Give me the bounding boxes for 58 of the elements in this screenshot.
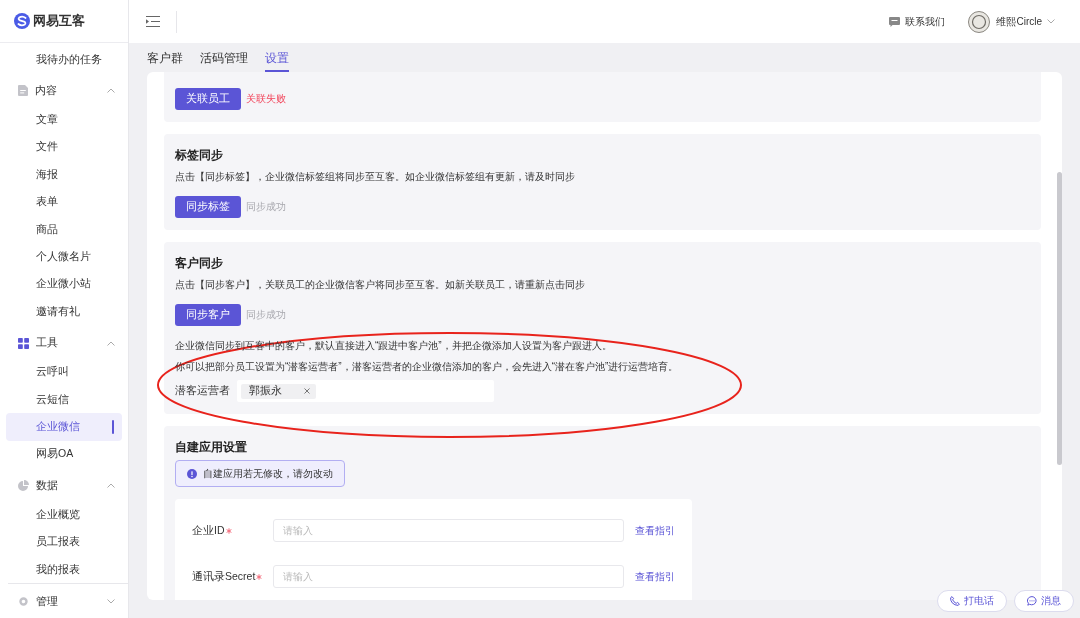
menu-fold-icon[interactable] bbox=[146, 16, 160, 27]
nav-item[interactable]: 员工报表 bbox=[6, 528, 122, 556]
guide-link[interactable]: 查看指引 bbox=[635, 569, 675, 584]
floating-button[interactable]: 打电话 bbox=[937, 590, 1007, 612]
nav-item[interactable]: 企业微信 bbox=[6, 413, 122, 441]
nav-item[interactable]: 邀请有礼 bbox=[6, 298, 122, 326]
floating-button[interactable]: 消息 bbox=[1014, 590, 1074, 612]
scrollbar-thumb[interactable] bbox=[1057, 172, 1062, 465]
sync-button[interactable]: 同步标签 bbox=[175, 196, 241, 218]
nav-item[interactable]: 个人微名片 bbox=[6, 243, 122, 271]
nav-item[interactable]: 表单 bbox=[6, 188, 122, 216]
field-label: 潜客运营者 bbox=[175, 384, 230, 398]
contact-link[interactable]: 联系我们 bbox=[889, 14, 946, 29]
section-title: 自建应用设置 bbox=[175, 439, 248, 456]
field-label: 企业ID bbox=[192, 523, 225, 538]
logo-text: 网易互客 bbox=[33, 12, 85, 30]
section-title: 标签同步 bbox=[175, 147, 224, 164]
section-description: 点击【同步客户】，关联员工的企业微信客户将同步至互客。如新关联员工，请重新点击同步 bbox=[175, 278, 586, 292]
nav-group[interactable]: 管理 bbox=[0, 586, 128, 618]
nav-item[interactable]: 我的报表 bbox=[6, 555, 122, 584]
nav-item[interactable]: 云呼叫 bbox=[6, 358, 122, 386]
sync-button[interactable]: 关联员工 bbox=[175, 88, 241, 110]
nav-item[interactable]: 我待办的任务 bbox=[6, 46, 122, 74]
guide-link[interactable]: 查看指引 bbox=[635, 523, 675, 538]
close-icon[interactable] bbox=[304, 388, 310, 394]
chat-bubble-icon bbox=[1027, 596, 1037, 606]
section-description: 点击【同步标签】，企业微信标签组将同步至互客。如企业微信标签组有更新，请及时同步 bbox=[175, 170, 576, 184]
nav-group[interactable]: 工具 bbox=[0, 327, 128, 359]
operator-select-field[interactable]: 郭振永 bbox=[237, 380, 494, 402]
alert-text: 自建应用若无修改，请勿改动 bbox=[203, 466, 333, 481]
nav-item[interactable]: 云短信 bbox=[6, 385, 122, 414]
status-text: 关联失败 bbox=[246, 92, 286, 106]
nav-group[interactable]: 内容 bbox=[0, 75, 128, 107]
nav-item[interactable]: 企业概览 bbox=[6, 501, 122, 529]
nav-item[interactable]: 商品 bbox=[6, 215, 122, 244]
section-title: 客户同步 bbox=[175, 255, 224, 272]
logo-icon bbox=[14, 13, 30, 29]
avatar-icon[interactable] bbox=[968, 10, 991, 33]
input-field[interactable]: 请输入 bbox=[273, 565, 624, 588]
status-text: 同步成功 bbox=[246, 308, 286, 322]
chat-bubble-icon bbox=[889, 16, 901, 27]
phone-icon bbox=[950, 596, 960, 606]
nav-item[interactable]: 海报 bbox=[6, 161, 122, 189]
field-label: 通讯录Secret bbox=[192, 569, 256, 584]
sync-button[interactable]: 同步客户 bbox=[175, 304, 241, 326]
tab[interactable]: 活码管理 bbox=[200, 43, 248, 72]
info-icon bbox=[187, 468, 197, 479]
chevron-down-icon bbox=[1047, 19, 1055, 24]
user-menu[interactable]: 维熙Circle bbox=[996, 14, 1055, 29]
tag-text: 郭振永 bbox=[249, 384, 282, 398]
nav-group[interactable]: 数据 bbox=[0, 470, 128, 502]
tab[interactable]: 客户群 bbox=[147, 43, 183, 72]
nav-item[interactable]: 文章 bbox=[6, 106, 122, 134]
nav-item[interactable]: 文件 bbox=[6, 133, 122, 162]
input-field[interactable]: 请输入 bbox=[273, 519, 624, 542]
status-text: 同步成功 bbox=[246, 200, 286, 214]
nav-item[interactable]: 网易OA bbox=[6, 440, 122, 469]
nav-item[interactable]: 企业微小站 bbox=[6, 270, 122, 299]
